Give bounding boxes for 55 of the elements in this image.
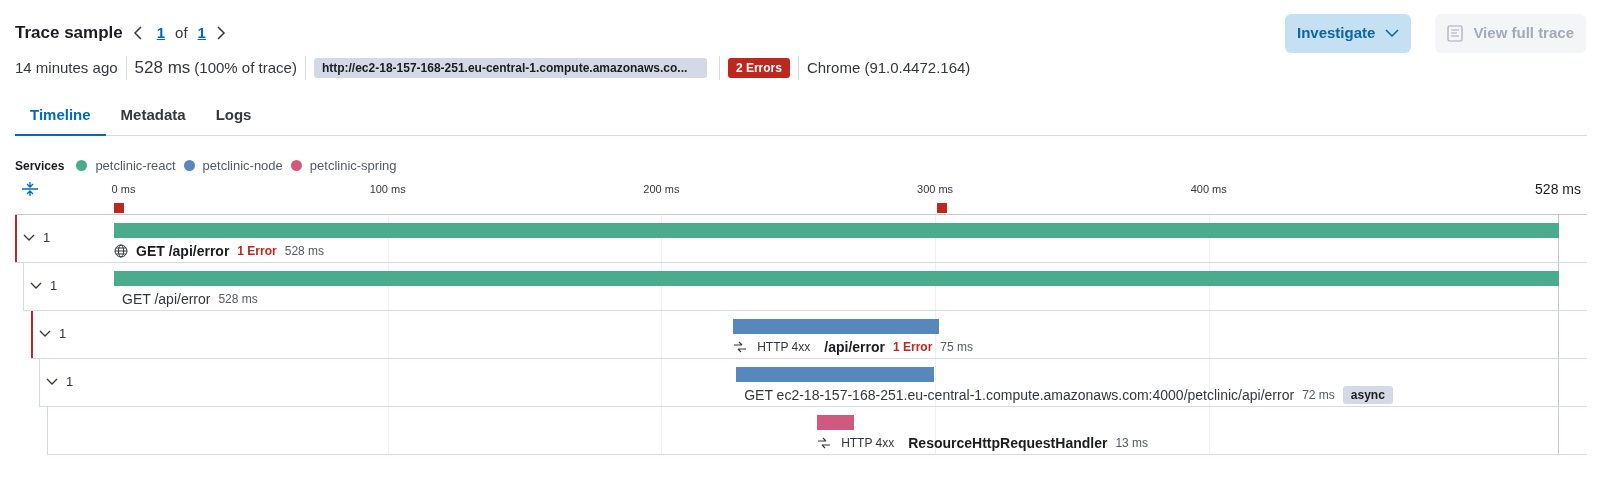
tab[interactable]: Timeline	[15, 96, 106, 136]
trace-sample-title: Trace sample	[15, 22, 123, 45]
span-duration: 528 ms	[284, 243, 325, 260]
user-agent: Chrome (91.0.4472.164)	[806, 57, 971, 78]
arrows-icon	[733, 341, 748, 353]
legend-title: Services	[15, 157, 65, 175]
span-duration: 72 ms	[1302, 387, 1335, 404]
expand-toggle[interactable]: 1	[30, 276, 58, 296]
url-badge: http://ec2-18-157-168-251.eu-central-1.compute.amazonaws.co...	[313, 58, 707, 78]
chevron-down-icon	[23, 234, 35, 242]
error-count[interactable]: 1 Error	[893, 338, 933, 356]
chevron-down-icon	[1385, 29, 1400, 37]
service-name: petclinic-node	[202, 157, 283, 175]
span-name[interactable]: /api/error	[824, 336, 885, 358]
globe-icon	[114, 244, 128, 258]
span-duration: 528 ms	[218, 291, 258, 308]
tab[interactable]: Metadata	[105, 96, 201, 136]
span-name[interactable]: GET ec2-18-157-168-251.eu-central-1.compute.amazonaws.com:4000/petclinic/api/error	[744, 384, 1295, 406]
trace-duration: 528 ms	[134, 57, 191, 80]
status-label: HTTP 4xx	[757, 339, 811, 356]
axis-tick-label: 300 ms	[917, 181, 954, 197]
axis-tick-label: 0 ms	[111, 181, 136, 197]
document-icon	[1447, 24, 1464, 42]
chevron-down-icon	[30, 282, 42, 290]
expand-toggle[interactable]: 1	[23, 228, 51, 248]
span-name[interactable]: GET /api/error	[122, 288, 211, 310]
error-marker	[114, 202, 124, 213]
span-duration: 13 ms	[1115, 435, 1149, 452]
pager-of-text: of	[175, 22, 188, 43]
chevron-down-icon	[46, 378, 58, 386]
arrows-icon	[817, 437, 832, 449]
span-name[interactable]: GET /api/error	[136, 240, 230, 262]
service-name: petclinic-react	[95, 157, 176, 175]
tab[interactable]: Logs	[200, 96, 267, 136]
expand-toggle[interactable]: 1	[39, 324, 67, 344]
span-duration: 75 ms	[940, 339, 974, 356]
chevron-down-icon	[39, 330, 51, 338]
axis-tick-label: 100 ms	[369, 181, 406, 197]
service-name: petclinic-spring	[309, 157, 397, 175]
error-marker	[936, 202, 947, 213]
async-badge: async	[1342, 386, 1393, 404]
investigate-button[interactable]: Investigate	[1285, 13, 1412, 53]
page-link[interactable]: 1	[156, 21, 166, 45]
expand-toggle[interactable]: 1	[46, 372, 74, 392]
collapse-all-icon[interactable]	[21, 180, 39, 197]
trace-age: 14 minutes ago	[15, 57, 118, 78]
error-count[interactable]: 1 Error	[237, 242, 277, 260]
axis-end-label: 528 ms	[1535, 179, 1581, 199]
axis-tick-label: 200 ms	[643, 181, 680, 197]
errors-badge[interactable]: 2 Errors	[727, 58, 790, 78]
trace-share: (100% of trace)	[194, 57, 297, 78]
span-name[interactable]: ResourceHttpRequestHandler	[908, 432, 1108, 454]
page-link[interactable]: 1	[197, 21, 206, 45]
axis-tick-label: 400 ms	[1190, 181, 1227, 197]
status-label: HTTP 4xx	[841, 435, 895, 452]
